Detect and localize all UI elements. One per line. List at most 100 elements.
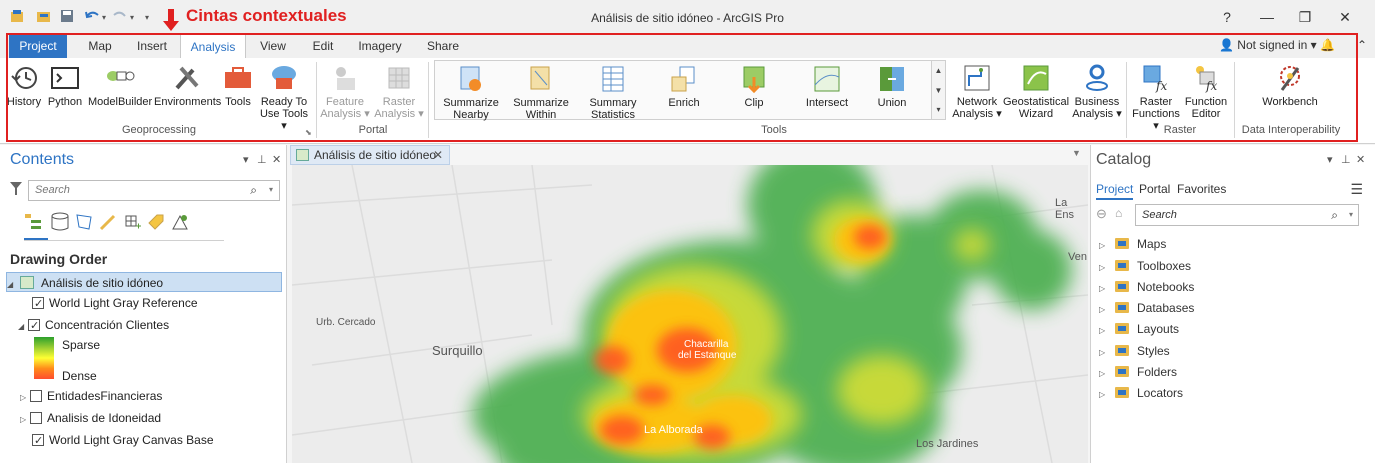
- catalog-item-databases[interactable]: ▷ Databases: [1099, 298, 1194, 318]
- list-by-perspective-imagery-icon[interactable]: [170, 212, 190, 232]
- collapse-icon[interactable]: ◢: [7, 275, 17, 295]
- notification-icon[interactable]: 🔔: [1320, 38, 1335, 52]
- map-tabs-dropdown-icon[interactable]: ▼: [1072, 148, 1081, 158]
- undo-icon[interactable]: ▾: [84, 9, 110, 23]
- help-button[interactable]: ?: [1212, 6, 1242, 28]
- list-by-labeling-icon[interactable]: [146, 212, 166, 232]
- modelbuilder-button[interactable]: ModelBuilder: [88, 62, 152, 108]
- layer-world-light-gray-reference[interactable]: World Light Gray Reference: [32, 293, 282, 314]
- new-project-icon[interactable]: [10, 9, 26, 23]
- expand-icon[interactable]: ▷: [20, 388, 30, 408]
- union-button[interactable]: Union: [867, 63, 917, 109]
- list-by-selection-icon[interactable]: [74, 212, 94, 232]
- list-by-source-icon[interactable]: [50, 212, 70, 232]
- environments-button[interactable]: Environments: [154, 62, 221, 108]
- expand-icon[interactable]: ▷: [1099, 279, 1109, 299]
- raster-functions-button[interactable]: fx Raster Functions ▾: [1130, 62, 1182, 132]
- back-icon[interactable]: ⊖: [1096, 206, 1107, 222]
- dialog-launcher-icon[interactable]: ⬊: [305, 128, 312, 137]
- expand-icon[interactable]: ▷: [20, 410, 30, 430]
- expand-icon[interactable]: ▷: [1099, 236, 1109, 256]
- layer-visibility-checkbox[interactable]: [32, 431, 44, 451]
- tab-view[interactable]: View: [253, 34, 293, 58]
- catalog-menu-icon[interactable]: ☰: [1350, 181, 1363, 198]
- home-icon[interactable]: ⌂: [1115, 206, 1122, 220]
- catalog-tab-portal[interactable]: Portal: [1139, 182, 1170, 196]
- catalog-item-folders[interactable]: ▷ Folders: [1099, 362, 1177, 382]
- clip-button[interactable]: Clip: [729, 63, 779, 109]
- function-editor-button[interactable]: fx Function Editor: [1184, 62, 1228, 120]
- layer-analisis-de-idoneidad[interactable]: ▷ Analisis de Idoneidad: [20, 408, 282, 428]
- sign-in-status[interactable]: 👤 Not signed in ▾ 🔔: [1219, 38, 1335, 52]
- collapse-ribbon-icon[interactable]: ⌃: [1357, 38, 1367, 52]
- layer-visibility-checkbox[interactable]: [32, 294, 44, 314]
- tab-imagery[interactable]: Imagery: [352, 34, 408, 58]
- geostatistical-wizard-button[interactable]: Geostatistical Wizard: [1002, 62, 1070, 120]
- tab-edit[interactable]: Edit: [305, 34, 341, 58]
- catalog-item-notebooks[interactable]: ▷ Notebooks: [1099, 277, 1194, 297]
- close-pane-icon[interactable]: ✕: [272, 153, 281, 166]
- search-icon[interactable]: ⌕: [1331, 208, 1338, 223]
- list-by-snapping-icon[interactable]: [122, 212, 142, 232]
- raster-analysis-button[interactable]: Raster Analysis ▾: [374, 62, 424, 120]
- tab-map[interactable]: Map: [80, 34, 120, 58]
- search-options-icon[interactable]: ▾: [1349, 210, 1353, 219]
- catalog-tab-project[interactable]: Project: [1096, 182, 1134, 200]
- expand-icon[interactable]: ▷: [1099, 258, 1109, 278]
- summary-statistics-button[interactable]: Summary Statistics: [581, 63, 645, 121]
- collapse-icon[interactable]: ◢: [18, 317, 28, 337]
- expand-icon[interactable]: ▷: [1099, 343, 1109, 363]
- ready-to-use-tools-button[interactable]: Ready To Use Tools ▾: [256, 62, 312, 132]
- python-button[interactable]: Python: [45, 62, 85, 108]
- list-by-editing-icon[interactable]: [98, 212, 118, 232]
- layer-visibility-checkbox[interactable]: [30, 390, 42, 402]
- search-options-icon[interactable]: ▾: [269, 185, 273, 194]
- expand-icon[interactable]: ▷: [1099, 385, 1109, 405]
- catalog-item-styles[interactable]: ▷ Styles: [1099, 341, 1170, 361]
- catalog-tab-favorites[interactable]: Favorites: [1177, 182, 1226, 196]
- pin-icon[interactable]: ⊥: [257, 153, 267, 166]
- pin-icon[interactable]: ⊥: [1341, 153, 1351, 166]
- tab-analysis[interactable]: Analysis: [180, 34, 246, 59]
- gallery-expand-icon[interactable]: ▾: [931, 101, 945, 119]
- contents-search-input[interactable]: Search ⌕ ▾: [28, 180, 280, 201]
- catalog-search-input[interactable]: Search ⌕ ▾: [1135, 204, 1359, 226]
- minimize-button[interactable]: —: [1252, 6, 1282, 28]
- search-icon[interactable]: ⌕: [250, 183, 257, 198]
- customize-qat-icon[interactable]: ▾: [144, 9, 154, 23]
- tools-button[interactable]: Tools: [222, 62, 254, 108]
- feature-analysis-button[interactable]: Feature Analysis ▾: [320, 62, 370, 120]
- enrich-button[interactable]: Enrich: [659, 63, 709, 109]
- business-analysis-button[interactable]: Business Analysis ▾: [1072, 62, 1122, 120]
- pane-options-icon[interactable]: ▾: [1327, 153, 1333, 166]
- network-analysis-button[interactable]: Network Analysis ▾: [952, 62, 1002, 120]
- layer-visibility-checkbox[interactable]: [28, 316, 40, 336]
- layer-visibility-checkbox[interactable]: [30, 412, 42, 424]
- catalog-item-maps[interactable]: ▷ Maps: [1099, 234, 1166, 254]
- expand-icon[interactable]: ▷: [1099, 321, 1109, 341]
- save-icon[interactable]: [60, 9, 76, 23]
- intersect-button[interactable]: Intersect: [799, 63, 855, 109]
- restore-button[interactable]: ❐: [1290, 6, 1320, 28]
- layer-world-light-gray-canvas-base[interactable]: World Light Gray Canvas Base: [32, 430, 282, 451]
- close-pane-icon[interactable]: ✕: [1356, 153, 1365, 166]
- close-button[interactable]: ✕: [1330, 6, 1360, 28]
- summarize-within-button[interactable]: Summarize Within: [509, 63, 573, 121]
- pane-options-icon[interactable]: ▾: [243, 153, 249, 166]
- catalog-item-layouts[interactable]: ▷ Layouts: [1099, 319, 1179, 339]
- history-button[interactable]: History: [6, 62, 42, 108]
- layer-entidades-financieras[interactable]: ▷ EntidadesFinancieras: [20, 386, 282, 406]
- list-by-drawing-order-icon[interactable]: [24, 212, 44, 232]
- catalog-item-locators[interactable]: ▷ Locators: [1099, 383, 1183, 403]
- gallery-scroll-up-icon[interactable]: ▲: [931, 61, 945, 81]
- filter-icon[interactable]: [10, 182, 22, 196]
- tab-insert[interactable]: Insert: [130, 34, 174, 58]
- layer-concentracion-clientes[interactable]: ◢ Concentración Clientes: [18, 315, 282, 337]
- tab-project[interactable]: Project: [9, 34, 67, 58]
- tab-share[interactable]: Share: [420, 34, 466, 58]
- close-tab-icon[interactable]: ✕: [433, 148, 443, 162]
- catalog-item-toolboxes[interactable]: ▷ Toolboxes: [1099, 256, 1191, 276]
- redo-icon[interactable]: ▾: [112, 9, 138, 23]
- map-node[interactable]: ◢ Análisis de sitio idóneo: [6, 272, 282, 292]
- map-view-tab[interactable]: Análisis de sitio idóneo ✕: [290, 145, 450, 165]
